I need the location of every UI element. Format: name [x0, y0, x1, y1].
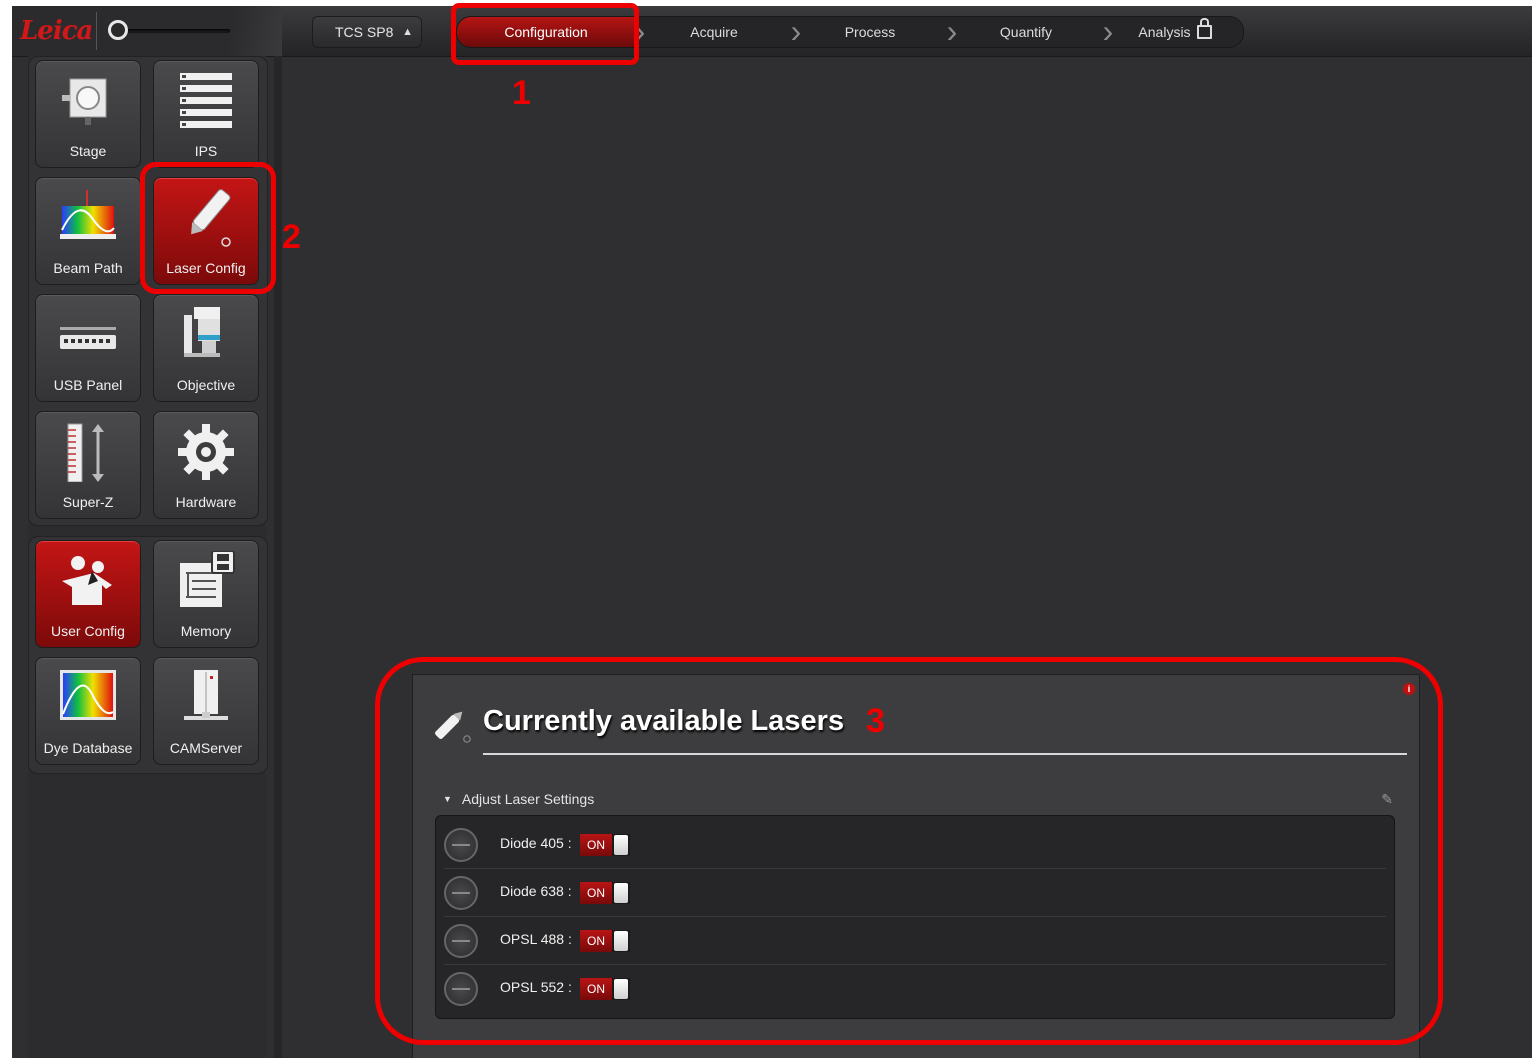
tile-label: User Config — [51, 623, 125, 639]
tile-label: Dye Database — [43, 740, 133, 756]
tab-label: Quantify — [999, 24, 1053, 40]
dye-spectrum-icon — [60, 670, 116, 720]
tab-label: Analysis — [1138, 24, 1191, 40]
tab-acquire[interactable]: Acquire — [639, 17, 789, 47]
annotation-number: 2 — [282, 218, 301, 256]
tile-stage[interactable]: Stage — [35, 60, 141, 168]
leica-logo: Leica — [20, 16, 93, 46]
tile-label: Super-Z — [62, 494, 114, 510]
usb-panel-icon — [60, 327, 116, 349]
system-select-value: TCS SP8 — [335, 24, 394, 40]
tab-label: Process — [844, 24, 896, 40]
updown-arrows-icon: ▲ — [402, 26, 413, 38]
gear-icon — [178, 424, 234, 480]
zoom-slider-handle[interactable] — [108, 20, 128, 40]
tile-camserver[interactable]: CAMServer — [153, 657, 259, 765]
tile-label: Memory — [180, 623, 232, 639]
annotation-box-laser-config — [140, 162, 276, 294]
tile-label: IPS — [194, 143, 218, 159]
tile-label: Objective — [176, 377, 236, 393]
tile-dye-database[interactable]: Dye Database — [35, 657, 141, 765]
annotation-number: 1 — [512, 74, 531, 112]
tab-process[interactable]: Process — [795, 17, 945, 47]
tile-super-z[interactable]: Super-Z — [35, 411, 141, 519]
system-select[interactable]: TCS SP8 ▲ — [312, 16, 422, 48]
annotation-box-laser-panel — [375, 657, 1443, 1045]
super-z-icon — [67, 423, 104, 482]
ips-list-icon — [180, 73, 232, 128]
tile-label: Stage — [69, 143, 107, 159]
stage-icon — [62, 78, 107, 125]
lock-icon — [1196, 18, 1212, 39]
tile-label: CAMServer — [169, 740, 243, 756]
divider — [96, 12, 97, 50]
tile-beam-path[interactable]: Beam Path — [35, 177, 141, 285]
tab-label: Acquire — [690, 24, 738, 40]
tile-ips[interactable]: IPS — [153, 60, 259, 168]
server-icon — [184, 670, 228, 720]
tab-quantify[interactable]: Quantify — [951, 17, 1101, 47]
tab-analysis[interactable]: Analysis — [1107, 17, 1243, 47]
tile-label: Hardware — [175, 494, 237, 510]
annotation-number: 3 — [866, 702, 885, 740]
tile-hardware[interactable]: Hardware — [153, 411, 259, 519]
tile-label: Beam Path — [53, 260, 123, 276]
tile-usb-panel[interactable]: USB Panel — [35, 294, 141, 402]
tile-user-config[interactable]: User Config — [35, 540, 141, 648]
tile-label: USB Panel — [53, 377, 123, 393]
annotation-box-configuration — [451, 3, 639, 65]
zoom-slider-track[interactable] — [120, 29, 230, 33]
objective-icon — [184, 307, 220, 357]
memory-save-icon — [180, 551, 235, 607]
logo-area: Leica — [12, 6, 282, 56]
tile-objective[interactable]: Objective — [153, 294, 259, 402]
users-icon — [62, 556, 112, 605]
beam-path-spectrum-icon — [60, 190, 116, 239]
tile-memory[interactable]: Memory — [153, 540, 259, 648]
user-tile-group: User Config Memory Dye Database CAMServe… — [28, 536, 268, 774]
top-bar: Leica TCS SP8 ▲ Configuration › Acquire … — [12, 6, 1532, 57]
